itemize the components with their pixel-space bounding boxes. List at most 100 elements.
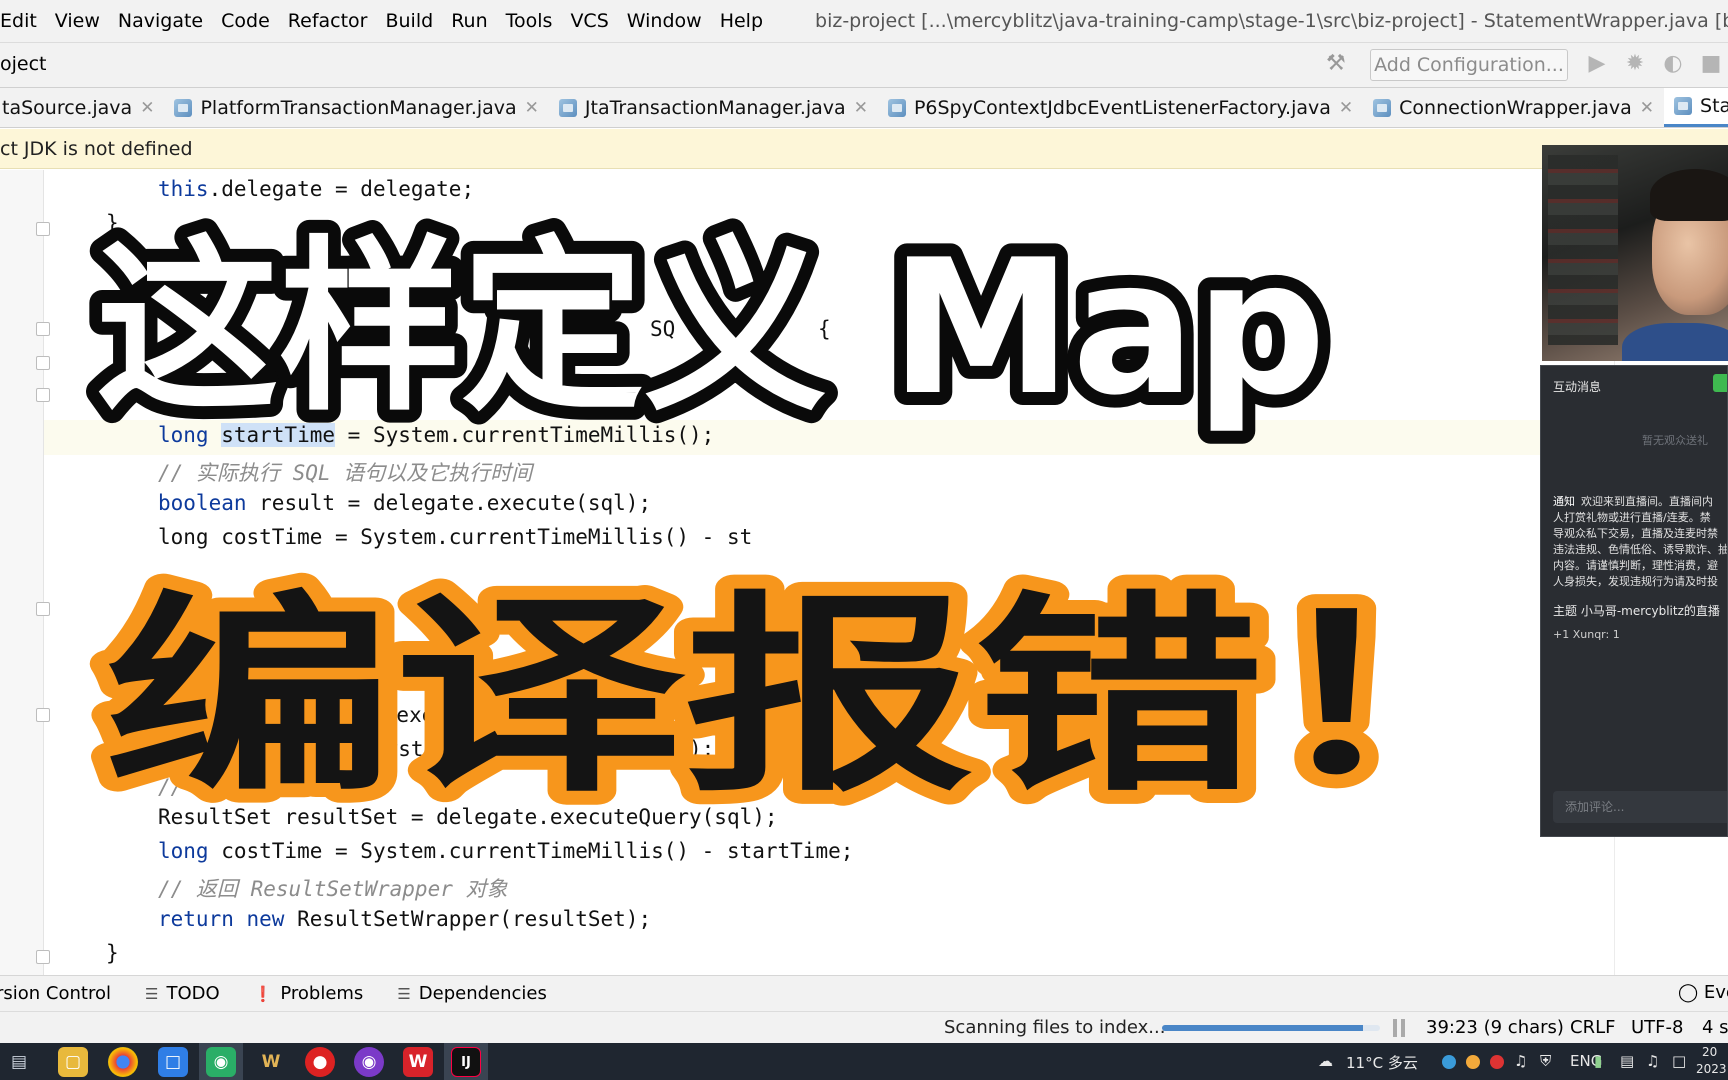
code-line: } <box>106 941 119 965</box>
close-icon[interactable]: ✕ <box>1640 98 1654 118</box>
tab-connection-wrapper[interactable]: ConnectionWrapper.java ✕ <box>1363 88 1664 127</box>
tray-icon[interactable] <box>1442 1055 1456 1069</box>
close-icon[interactable]: ✕ <box>1339 98 1353 118</box>
tab-statement-wrapper[interactable]: StatementWrapper.j <box>1664 88 1728 127</box>
project-label[interactable]: oject <box>0 53 47 75</box>
app-icon[interactable]: W <box>256 1047 286 1077</box>
editor-gutter <box>0 170 44 975</box>
toolbar: oject ⚒ Add Configuration... ▶ ✹ ◐ ■ <box>0 42 1728 88</box>
code-line: boolean result = delegate.execute(sql); <box>158 491 652 515</box>
presenter-shirt <box>1622 323 1728 361</box>
tab-label: ConnectionWrapper.java <box>1399 96 1632 119</box>
file-encoding[interactable]: UTF-8 <box>1631 1017 1683 1038</box>
windows-taskbar: ▤ ▢ □ ◉ W ● ◉ W IJ ☁ 11°C 多云 ♫ ⛨ ENG ▮ ▤… <box>0 1043 1728 1080</box>
indexing-status: Scanning files to index... <box>944 1017 1166 1038</box>
tool-tab-todo[interactable]: ☰ TODO <box>145 983 220 1004</box>
clock-date[interactable]: 2023 <box>1696 1062 1727 1076</box>
shield-icon[interactable]: ⛨ <box>1540 1052 1551 1070</box>
tool-tab-dependencies[interactable]: ☰ Dependencies <box>397 983 547 1004</box>
menu-bar: Edit View Navigate Code Refactor Build R… <box>0 0 1728 42</box>
run-icon[interactable]: ▶ <box>1584 51 1610 77</box>
network-icon[interactable]: ▤ <box>1620 1052 1634 1070</box>
microphone-icon[interactable]: ♫ <box>1514 1052 1527 1070</box>
menu-view[interactable]: View <box>49 10 106 32</box>
indent-setting[interactable]: 4 sp <box>1702 1017 1728 1038</box>
code-editor[interactable]: this.delegate = delegate; } SQ { long st… <box>0 170 1728 975</box>
tab-label: taSource.java <box>2 96 133 119</box>
tab-platform-transaction-manager[interactable]: PlatformTransactionManager.java ✕ <box>164 88 548 127</box>
tray-icon[interactable] <box>1490 1055 1504 1069</box>
menu-vcs[interactable]: VCS <box>564 10 614 32</box>
chat-notice: 通知 欢迎来到直播间。直播间内 人打赏礼物或进行直播/连麦。禁 导观众私下交易，直… <box>1553 495 1728 588</box>
menu-edit[interactable]: Edit <box>0 10 43 32</box>
tool-tab-version-control[interactable]: rsion Control <box>0 983 111 1004</box>
app-tray-icon[interactable]: □ <box>1672 1052 1686 1070</box>
menu-build[interactable]: Build <box>379 10 439 32</box>
battery-icon[interactable]: ▮ <box>1594 1052 1602 1070</box>
add-configuration-button[interactable]: Add Configuration... <box>1370 49 1568 81</box>
chat-empty-text: 暂无观众送礼 <box>1642 434 1708 447</box>
bookshelf <box>1548 155 1618 345</box>
tab-jta-transaction-manager[interactable]: JtaTransactionManager.java ✕ <box>549 88 878 127</box>
caret-position[interactable]: 39:23 (9 chars) <box>1426 1017 1564 1038</box>
chat-title: 互动消息 <box>1553 380 1602 394</box>
menu-tools[interactable]: Tools <box>500 10 559 32</box>
java-file-icon <box>887 98 906 117</box>
close-icon[interactable]: ✕ <box>140 98 154 118</box>
presenter-hair <box>1650 169 1728 221</box>
chrome-icon[interactable] <box>108 1047 138 1077</box>
menu-code[interactable]: Code <box>215 10 276 32</box>
weather-text[interactable]: 11°C 多云 <box>1346 1052 1418 1073</box>
event-log-tab[interactable]: ◯ Eve <box>1678 982 1728 1003</box>
record-icon[interactable]: ● <box>305 1047 335 1077</box>
menu-help[interactable]: Help <box>714 10 769 32</box>
clock-time[interactable]: 20 <box>1702 1045 1717 1059</box>
close-icon[interactable]: ✕ <box>525 98 539 118</box>
wechat-icon[interactable]: ◉ <box>206 1047 236 1077</box>
build-hammer-icon[interactable]: ⚒ <box>1326 51 1352 77</box>
jdk-warning-banner: ct JDK is not defined <box>0 129 1728 169</box>
tool-window-tabs: rsion Control ☰ TODO ❗ Problems ☰ Dependenc… <box>0 975 1728 1011</box>
tab-label: StatementWrapper.j <box>1700 95 1728 117</box>
code-comment: // 实际执行 SQL 语句以及它执行时间 <box>158 461 533 485</box>
tool-tab-problems[interactable]: ❗ Problems <box>254 983 364 1004</box>
tab-datasource[interactable]: taSource.java ✕ <box>0 88 164 127</box>
list-icon: ☰ <box>145 984 159 1003</box>
stop-icon[interactable]: ■ <box>1698 51 1724 77</box>
volume-icon[interactable]: ♫ <box>1646 1052 1659 1070</box>
fold-marker-icon[interactable] <box>36 708 50 722</box>
tab-p6spy-listener-factory[interactable]: P6SpyContextJdbcEventListenerFactory.jav… <box>878 88 1363 127</box>
pause-icon[interactable] <box>1393 1019 1405 1037</box>
code-line: SQ <box>650 317 676 341</box>
chat-status-icon[interactable] <box>1713 374 1727 392</box>
tab-label: JtaTransactionManager.java <box>584 96 846 119</box>
github-icon[interactable]: ◉ <box>354 1047 384 1077</box>
task-view-icon[interactable]: ▤ <box>4 1047 34 1077</box>
code-line: long startTime = System.currentTimeMilli… <box>158 423 715 447</box>
code-line: ResultSet resultSet = delegate.executeQu… <box>158 805 778 829</box>
fold-marker-icon[interactable] <box>36 322 50 336</box>
fold-marker-icon[interactable] <box>36 388 50 402</box>
intellij-icon[interactable]: IJ <box>451 1047 481 1077</box>
fold-marker-icon[interactable] <box>36 356 50 370</box>
close-icon[interactable]: ✕ <box>854 98 868 118</box>
app-icon[interactable]: □ <box>158 1047 188 1077</box>
menu-window[interactable]: Window <box>621 10 708 32</box>
wps-icon[interactable]: W <box>403 1047 433 1077</box>
fold-marker-icon[interactable] <box>36 950 50 964</box>
menu-navigate[interactable]: Navigate <box>112 10 209 32</box>
chat-comment-input[interactable]: 添加评论... <box>1553 791 1727 823</box>
fold-marker-icon[interactable] <box>36 602 50 616</box>
line-separator[interactable]: CRLF <box>1570 1017 1615 1038</box>
layers-icon: ☰ <box>397 984 411 1003</box>
fold-marker-icon[interactable] <box>36 222 50 236</box>
menu-run[interactable]: Run <box>445 10 493 32</box>
window-title: biz-project [...\mercyblitz\java-trainin… <box>815 10 1728 32</box>
menu-refactor[interactable]: Refactor <box>282 10 374 32</box>
tray-icon[interactable] <box>1466 1055 1480 1069</box>
tab-label: P6SpyContextJdbcEventListenerFactory.jav… <box>913 96 1331 119</box>
coverage-icon[interactable]: ◐ <box>1660 51 1686 77</box>
weather-icon[interactable]: ☁ <box>1318 1052 1333 1070</box>
file-explorer-icon[interactable]: ▢ <box>58 1047 88 1077</box>
debug-icon[interactable]: ✹ <box>1622 51 1648 77</box>
